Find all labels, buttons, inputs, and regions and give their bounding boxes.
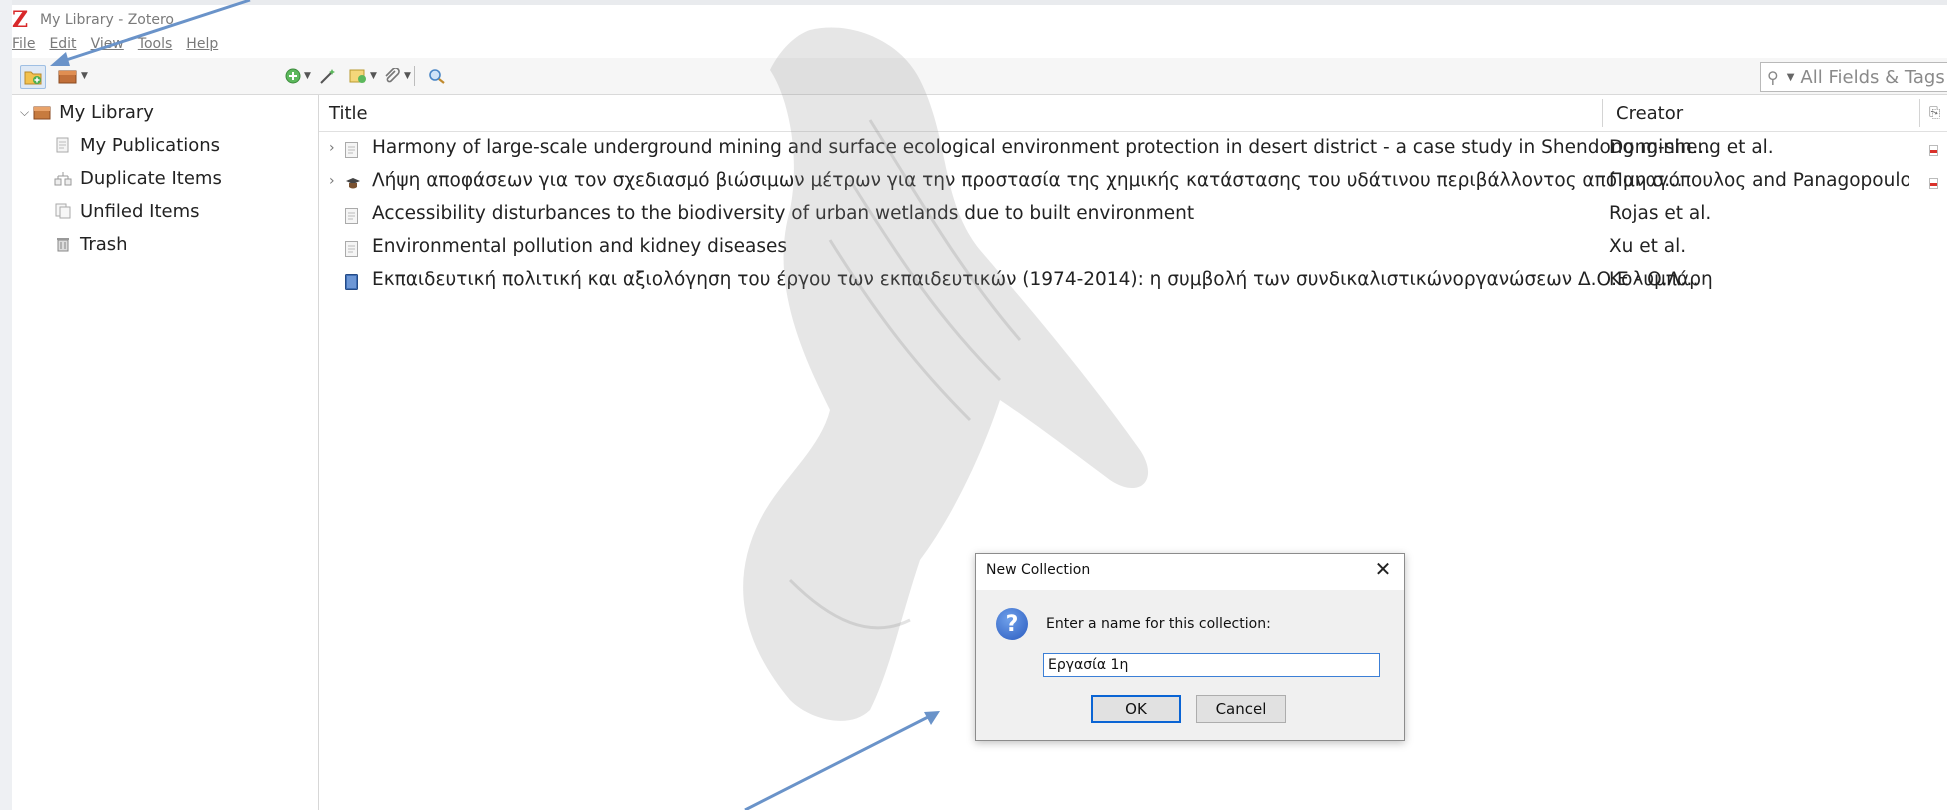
collection-label: Duplicate Items <box>80 167 222 189</box>
collection-label: Unfiled Items <box>80 200 200 222</box>
collection-unfiled-items[interactable]: Unfiled Items <box>54 196 200 226</box>
window-title: My Library - Zotero <box>40 12 174 28</box>
new-library-button[interactable]: ▼ <box>58 65 88 87</box>
column-header-title[interactable]: Title <box>329 95 368 131</box>
add-attachment-button[interactable]: ▼ <box>383 65 411 87</box>
top-strip <box>0 0 1947 5</box>
title-bar: Z My Library - Zotero <box>12 6 174 34</box>
item-creator: Dong-sheng et al. <box>1609 137 1774 158</box>
chevron-down-icon: ▼ <box>81 71 88 81</box>
question-icon: ? <box>996 608 1028 640</box>
collection-duplicate-items[interactable]: Duplicate Items <box>54 163 222 193</box>
window-edge <box>0 0 12 810</box>
close-icon[interactable]: ✕ <box>1372 558 1394 580</box>
library-menu-icon <box>58 70 77 84</box>
item-creator: Xu et al. <box>1609 236 1687 257</box>
menu-edit[interactable]: Edit <box>49 36 76 58</box>
menu-help[interactable]: Help <box>186 36 218 58</box>
table-row[interactable]: › Harmony of large-scale underground min… <box>319 133 1947 166</box>
new-item-button[interactable]: ▼ <box>285 65 311 87</box>
add-item-icon <box>285 68 301 84</box>
collection-label: My Publications <box>80 134 221 156</box>
column-divider[interactable] <box>1919 99 1920 127</box>
dialog-body: ? Enter a name for this collection: Εργα… <box>976 590 1404 740</box>
table-row[interactable]: Environmental pollution and kidney disea… <box>319 232 1947 265</box>
chevron-down-icon: ▼ <box>304 71 311 81</box>
column-header-creator[interactable]: Creator <box>1616 95 1683 131</box>
paperclip-icon[interactable]: ⎘ <box>1929 95 1940 131</box>
table-row[interactable]: Accessibility disturbances to the biodiv… <box>319 199 1947 232</box>
advanced-search-button[interactable] <box>428 65 446 87</box>
unfiled-icon <box>55 203 71 219</box>
menu-file[interactable]: File <box>12 36 35 58</box>
publications-icon <box>56 137 69 153</box>
new-collection-dialog: New Collection ✕ ? Enter a name for this… <box>975 553 1405 741</box>
paperclip-icon <box>385 68 400 83</box>
column-divider[interactable] <box>1602 99 1603 127</box>
new-collection-button[interactable] <box>20 65 46 89</box>
item-creator: Παναγόπουλος and Panagopoulos <box>1609 170 1909 191</box>
item-creator: Rojas et al. <box>1609 203 1712 224</box>
items-header: Title Creator ⎘ <box>319 95 1947 132</box>
search-mode-chevron-icon[interactable]: ▼ <box>1787 72 1795 83</box>
collections-pane: ⌵ My Library My Publications Duplicate I… <box>12 95 319 810</box>
menu-tools[interactable]: Tools <box>138 36 173 58</box>
collection-trash[interactable]: Trash <box>54 229 128 259</box>
ok-button[interactable]: OK <box>1091 695 1181 723</box>
document-icon <box>345 142 358 158</box>
trash-icon <box>57 238 69 252</box>
menu-bar: File Edit View Tools Help <box>12 36 218 58</box>
search-field[interactable]: ⚲ ▼ All Fields & Tags <box>1760 62 1947 92</box>
note-icon <box>349 69 366 83</box>
collection-name-input[interactable]: Εργασία 1η <box>1043 653 1380 677</box>
dialog-prompt: Enter a name for this collection: <box>1046 616 1271 632</box>
document-icon <box>345 241 358 257</box>
library-icon <box>33 106 51 120</box>
magic-wand-icon <box>320 69 335 84</box>
pdf-icon[interactable] <box>1929 178 1938 189</box>
document-icon <box>345 208 358 224</box>
chevron-right-icon[interactable]: › <box>329 140 335 156</box>
thesis-icon <box>346 178 360 189</box>
dialog-title: New Collection <box>986 562 1091 578</box>
chevron-down-icon[interactable]: ⌵ <box>20 105 29 120</box>
item-creator: Κολυμπάρη <box>1609 269 1713 290</box>
pdf-icon[interactable] <box>1929 145 1938 156</box>
zotero-logo-icon: Z <box>12 7 29 33</box>
collection-my-publications[interactable]: My Publications <box>54 130 220 160</box>
collection-label: My Library <box>59 101 154 123</box>
duplicate-icon <box>54 172 72 186</box>
toolbar: ▼ ▼ ▼ ▼ ⚲ ▼ All Fields & Tags <box>12 58 1947 95</box>
new-collection-icon <box>24 71 42 85</box>
cancel-button[interactable]: Cancel <box>1196 695 1286 723</box>
add-by-identifier-button[interactable] <box>319 65 337 87</box>
collection-my-library[interactable]: ⌵ My Library <box>20 97 154 127</box>
chevron-down-icon: ▼ <box>370 71 377 81</box>
menu-view[interactable]: View <box>91 36 124 58</box>
new-note-button[interactable]: ▼ <box>349 65 377 87</box>
toolbar-divider <box>414 66 415 86</box>
chevron-down-icon: ▼ <box>404 71 411 81</box>
table-row[interactable]: Εκπαιδευτική πολιτική και αξιολόγηση του… <box>319 265 1947 298</box>
book-icon <box>345 274 358 290</box>
table-row[interactable]: › Λήψη αποφάσεων για τον σχεδιασμό βιώσι… <box>319 166 1947 199</box>
search-placeholder: All Fields & Tags <box>1800 66 1945 88</box>
search-icon: ⚲ <box>1767 67 1779 87</box>
magnifier-icon <box>429 69 445 84</box>
collection-label: Trash <box>80 233 128 255</box>
chevron-right-icon[interactable]: › <box>329 173 335 189</box>
